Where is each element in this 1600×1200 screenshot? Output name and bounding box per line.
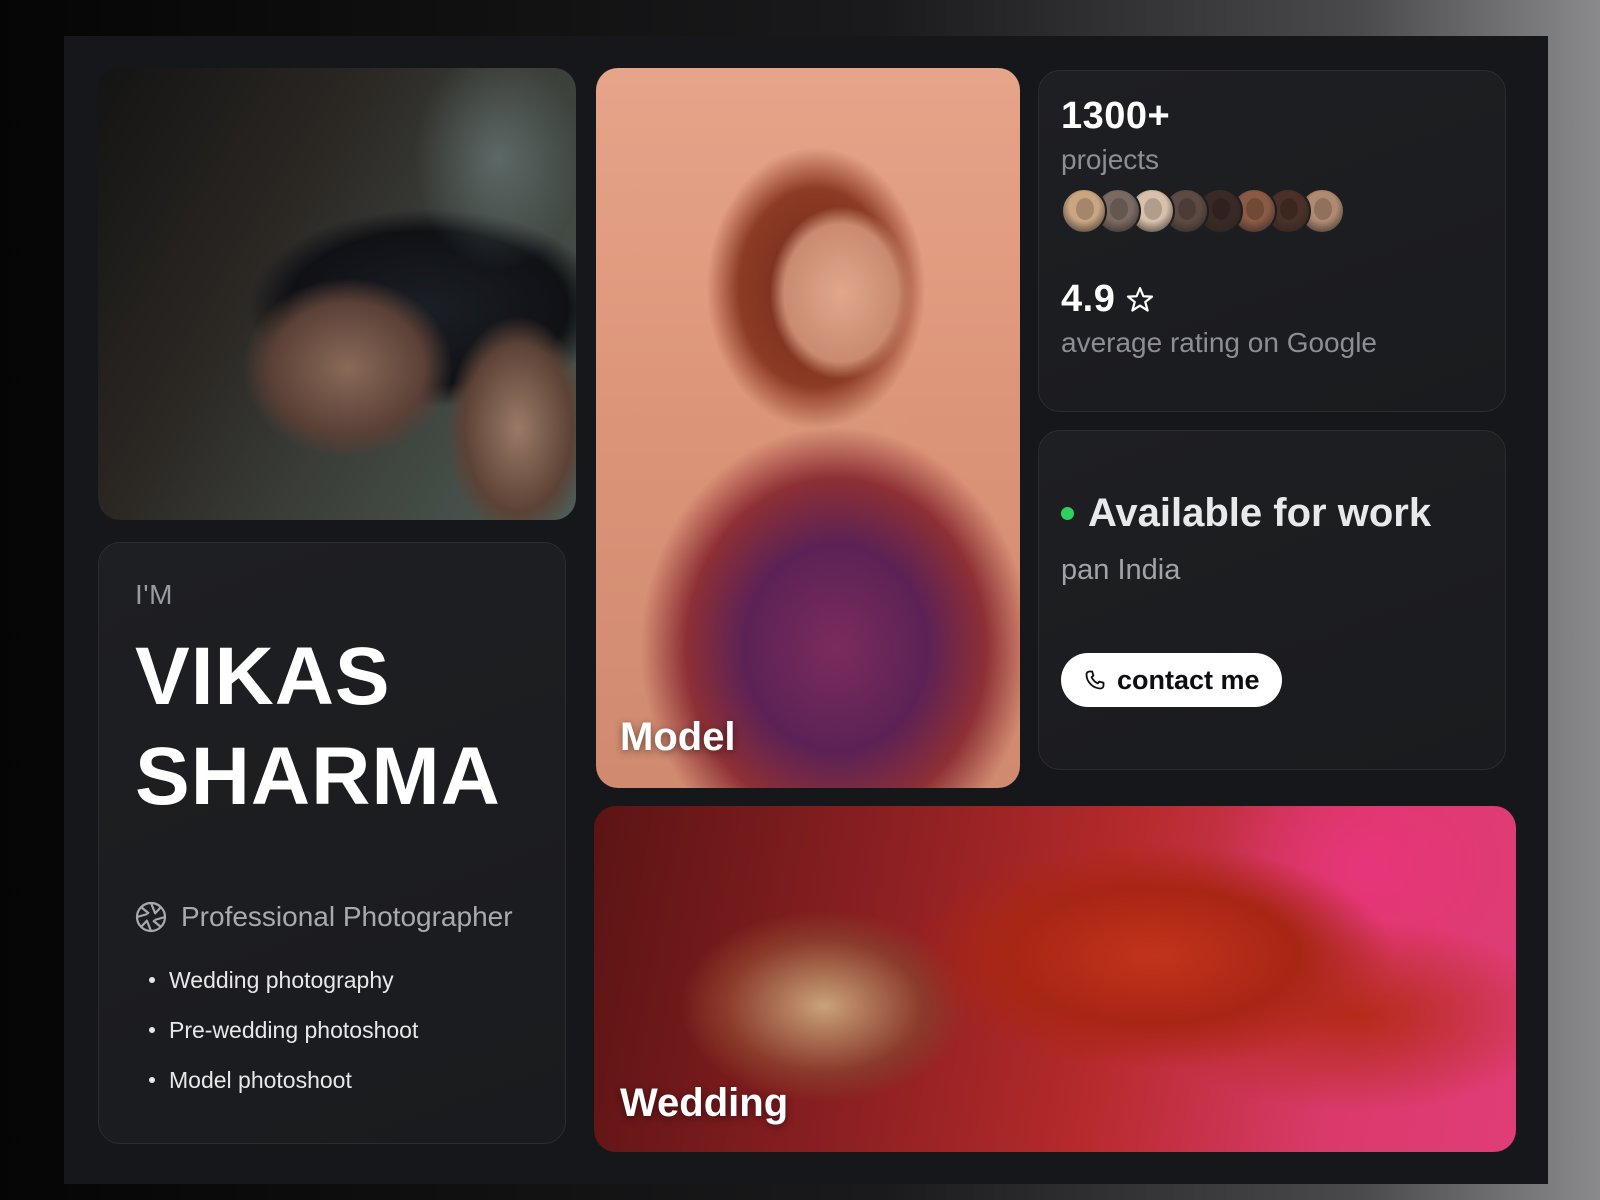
intro-prefix: I'M [135, 579, 173, 610]
role-row: Professional Photographer [135, 901, 529, 933]
model-photo-card[interactable]: Model [596, 68, 1020, 788]
photographer-photo [98, 68, 576, 520]
bullet [149, 977, 155, 983]
client-avatars [1061, 188, 1483, 234]
aperture-icon [135, 901, 167, 933]
wedding-photo-card[interactable]: Wedding [594, 806, 1516, 1152]
projects-label: projects [1061, 144, 1160, 175]
last-name: SHARMA [135, 731, 501, 822]
services-list: Wedding photography Pre-wedding photosho… [135, 955, 529, 1105]
wedding-label: Wedding [620, 1081, 789, 1125]
service-label: Pre-wedding photoshoot [169, 1016, 419, 1043]
service-label: Wedding photography [169, 966, 394, 993]
availability-title: Available for work [1088, 491, 1432, 535]
availability-region: pan India [1061, 554, 1181, 586]
rating-row: 4.9 [1061, 278, 1483, 321]
portfolio-frame: Model 1300+ projects 4.9 average rating … [64, 36, 1548, 1184]
availability-card: Available for work pan India contact me [1038, 430, 1506, 770]
bullet [149, 1077, 155, 1083]
service-item: Model photoshoot [149, 1055, 529, 1105]
service-label: Model photoshoot [169, 1066, 352, 1093]
contact-me-button[interactable]: contact me [1061, 653, 1282, 707]
photographer-name: VIKAS SHARMA [135, 627, 529, 827]
service-item: Wedding photography [149, 955, 529, 1005]
phone-icon [1085, 670, 1105, 690]
service-item: Pre-wedding photoshoot [149, 1005, 529, 1055]
intro-card: I'M VIKAS SHARMA Professional Photograph… [98, 542, 566, 1144]
rating-label: average rating on Google [1061, 327, 1377, 358]
availability-status: Available for work [1061, 491, 1483, 536]
rating-value: 4.9 [1061, 278, 1116, 320]
client-avatar [1061, 188, 1107, 234]
bullet [149, 1027, 155, 1033]
role-text: Professional Photographer [181, 901, 513, 932]
status-dot [1061, 507, 1074, 520]
stats-card: 1300+ projects 4.9 average rating on Goo… [1038, 70, 1506, 412]
contact-me-label: contact me [1117, 664, 1260, 695]
star-icon [1127, 286, 1154, 312]
first-name: VIKAS [135, 631, 391, 722]
model-label: Model [620, 715, 736, 759]
projects-count: 1300+ [1061, 95, 1171, 137]
